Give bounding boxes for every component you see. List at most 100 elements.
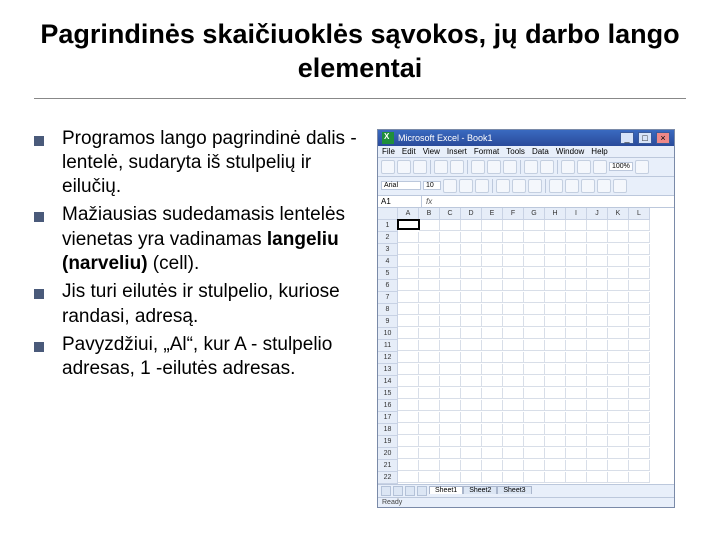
- cell[interactable]: [587, 256, 608, 267]
- font-color-button[interactable]: [613, 179, 627, 193]
- cell[interactable]: [608, 256, 629, 267]
- cell[interactable]: [482, 448, 503, 459]
- column-header[interactable]: H: [545, 208, 566, 220]
- new-button[interactable]: [381, 160, 395, 174]
- cell[interactable]: [419, 268, 440, 279]
- cell[interactable]: [566, 460, 587, 471]
- cell[interactable]: [524, 280, 545, 291]
- cell[interactable]: [524, 340, 545, 351]
- font-size-box[interactable]: 10: [423, 181, 441, 190]
- cell[interactable]: [524, 448, 545, 459]
- cell[interactable]: [482, 388, 503, 399]
- row-header[interactable]: 14: [378, 376, 398, 388]
- cell[interactable]: [566, 400, 587, 411]
- cell[interactable]: [608, 352, 629, 363]
- cell[interactable]: [524, 304, 545, 315]
- cell[interactable]: [503, 376, 524, 387]
- cell[interactable]: [503, 436, 524, 447]
- cell[interactable]: [566, 232, 587, 243]
- cell[interactable]: [461, 376, 482, 387]
- cell[interactable]: [419, 460, 440, 471]
- row-header[interactable]: 13: [378, 364, 398, 376]
- cell[interactable]: [629, 280, 650, 291]
- cell[interactable]: [440, 412, 461, 423]
- cell[interactable]: [419, 388, 440, 399]
- cell[interactable]: [629, 220, 650, 231]
- copy-button[interactable]: [487, 160, 501, 174]
- cell[interactable]: [545, 316, 566, 327]
- cell[interactable]: [545, 220, 566, 231]
- cell[interactable]: [503, 472, 524, 483]
- cell[interactable]: [608, 220, 629, 231]
- cell[interactable]: [566, 412, 587, 423]
- cell[interactable]: [440, 364, 461, 375]
- cell[interactable]: [524, 316, 545, 327]
- chart-button[interactable]: [593, 160, 607, 174]
- cell[interactable]: [440, 256, 461, 267]
- cell[interactable]: [629, 388, 650, 399]
- cell[interactable]: [545, 400, 566, 411]
- cell[interactable]: [440, 232, 461, 243]
- column-header[interactable]: K: [608, 208, 629, 220]
- formula-input[interactable]: [436, 196, 674, 207]
- cell[interactable]: [629, 232, 650, 243]
- cell[interactable]: [440, 304, 461, 315]
- cell[interactable]: [524, 232, 545, 243]
- cell[interactable]: [482, 472, 503, 483]
- menu-item-file[interactable]: File: [382, 147, 395, 156]
- cell[interactable]: [566, 364, 587, 375]
- cell[interactable]: [629, 292, 650, 303]
- cell[interactable]: [545, 388, 566, 399]
- cell[interactable]: [503, 232, 524, 243]
- cell[interactable]: [608, 232, 629, 243]
- row-header[interactable]: 20: [378, 448, 398, 460]
- cell[interactable]: [440, 220, 461, 231]
- cell[interactable]: [398, 436, 419, 447]
- cell[interactable]: [545, 460, 566, 471]
- menu-item-window[interactable]: Window: [556, 147, 584, 156]
- cell[interactable]: [524, 352, 545, 363]
- cell[interactable]: [608, 460, 629, 471]
- cell[interactable]: [482, 340, 503, 351]
- cell[interactable]: [482, 436, 503, 447]
- cell[interactable]: [419, 280, 440, 291]
- cell[interactable]: [587, 352, 608, 363]
- cell[interactable]: [629, 400, 650, 411]
- cell[interactable]: [419, 448, 440, 459]
- cell[interactable]: [587, 244, 608, 255]
- cell[interactable]: [545, 412, 566, 423]
- cell[interactable]: [440, 460, 461, 471]
- cell[interactable]: [398, 268, 419, 279]
- cell[interactable]: [545, 232, 566, 243]
- cell[interactable]: [524, 268, 545, 279]
- cell[interactable]: [398, 352, 419, 363]
- cell[interactable]: [524, 220, 545, 231]
- cell[interactable]: [545, 352, 566, 363]
- cell[interactable]: [608, 388, 629, 399]
- row-header[interactable]: 22: [378, 472, 398, 484]
- spreadsheet-grid[interactable]: ABCDEFGHIJKL1234567891011121314151617181…: [378, 208, 674, 484]
- cell[interactable]: [461, 460, 482, 471]
- cell[interactable]: [440, 388, 461, 399]
- cell[interactable]: [503, 316, 524, 327]
- cell[interactable]: [608, 328, 629, 339]
- cell[interactable]: [461, 424, 482, 435]
- menu-item-tools[interactable]: Tools: [506, 147, 525, 156]
- cell[interactable]: [461, 328, 482, 339]
- currency-button[interactable]: [549, 179, 563, 193]
- row-header[interactable]: 6: [378, 280, 398, 292]
- row-header[interactable]: 16: [378, 400, 398, 412]
- cell[interactable]: [419, 292, 440, 303]
- cell[interactable]: [608, 448, 629, 459]
- cell[interactable]: [440, 400, 461, 411]
- column-header[interactable]: E: [482, 208, 503, 220]
- cell[interactable]: [524, 412, 545, 423]
- cell[interactable]: [524, 376, 545, 387]
- cell[interactable]: [419, 472, 440, 483]
- cell[interactable]: [629, 256, 650, 267]
- tab-nav-last[interactable]: [417, 486, 427, 496]
- cell[interactable]: [566, 376, 587, 387]
- fill-color-button[interactable]: [597, 179, 611, 193]
- cell[interactable]: [587, 232, 608, 243]
- column-header[interactable]: C: [440, 208, 461, 220]
